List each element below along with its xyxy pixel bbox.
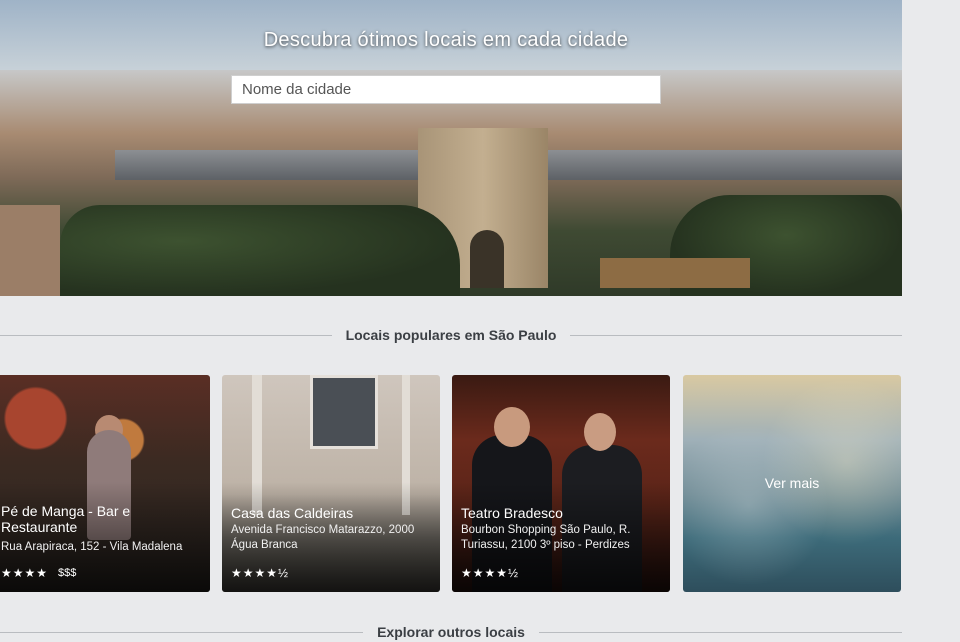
place-name: Pé de Manga - Bar e Restaurante — [1, 503, 131, 535]
place-name: Casa das Caldeiras — [231, 505, 354, 521]
hero-roof — [600, 258, 750, 288]
divider-line — [538, 631, 903, 633]
place-rating-stars: ★★★★ — [1, 566, 49, 580]
divider-line — [0, 334, 332, 336]
city-search-input[interactable] — [231, 75, 661, 104]
explore-heading-text: Explorar outros locais — [377, 624, 525, 640]
place-card-pe-de-manga[interactable]: Pé de Manga - Bar e Restaurante Rua Arap… — [0, 375, 210, 592]
place-address: Bourbon Shopping São Paulo, R. Turiassu,… — [461, 524, 631, 551]
popular-section-heading: Locais populares em São Paulo — [0, 325, 902, 345]
place-rating-stars: ★★★★½ — [231, 566, 290, 580]
divider-line — [570, 334, 902, 336]
popular-heading-text: Locais populares em São Paulo — [345, 327, 557, 343]
see-more-label: Ver mais — [764, 475, 820, 491]
hero-bridge-arch — [470, 230, 504, 288]
place-address: Rua Arapiraca, 152 - Vila Madalena — [1, 541, 183, 553]
hero-building — [0, 205, 60, 296]
card-photo-person-head — [584, 413, 616, 451]
place-rating-stars: ★★★★½ — [461, 566, 520, 580]
divider-line — [0, 631, 364, 633]
place-card-teatro-bradesco[interactable]: Teatro Bradesco Bourbon Shopping São Pau… — [452, 375, 670, 592]
place-card-casa-das-caldeiras[interactable]: Casa das Caldeiras Avenida Francisco Mat… — [222, 375, 440, 592]
place-name: Teatro Bradesco — [461, 505, 563, 521]
explore-section-heading: Explorar outros locais — [0, 622, 903, 642]
card-photo-person-head — [494, 407, 530, 447]
card-photo-window — [310, 375, 378, 449]
hero-trees — [60, 205, 460, 296]
hero-title: Descubra ótimos locais em cada cidade — [263, 29, 629, 51]
see-more-card[interactable]: Ver mais — [683, 375, 901, 592]
hero-banner: Descubra ótimos locais em cada cidade — [0, 0, 902, 296]
place-price: $$$ — [58, 567, 77, 579]
place-address: Avenida Francisco Matarazzo, 2000 Água B… — [231, 524, 415, 551]
